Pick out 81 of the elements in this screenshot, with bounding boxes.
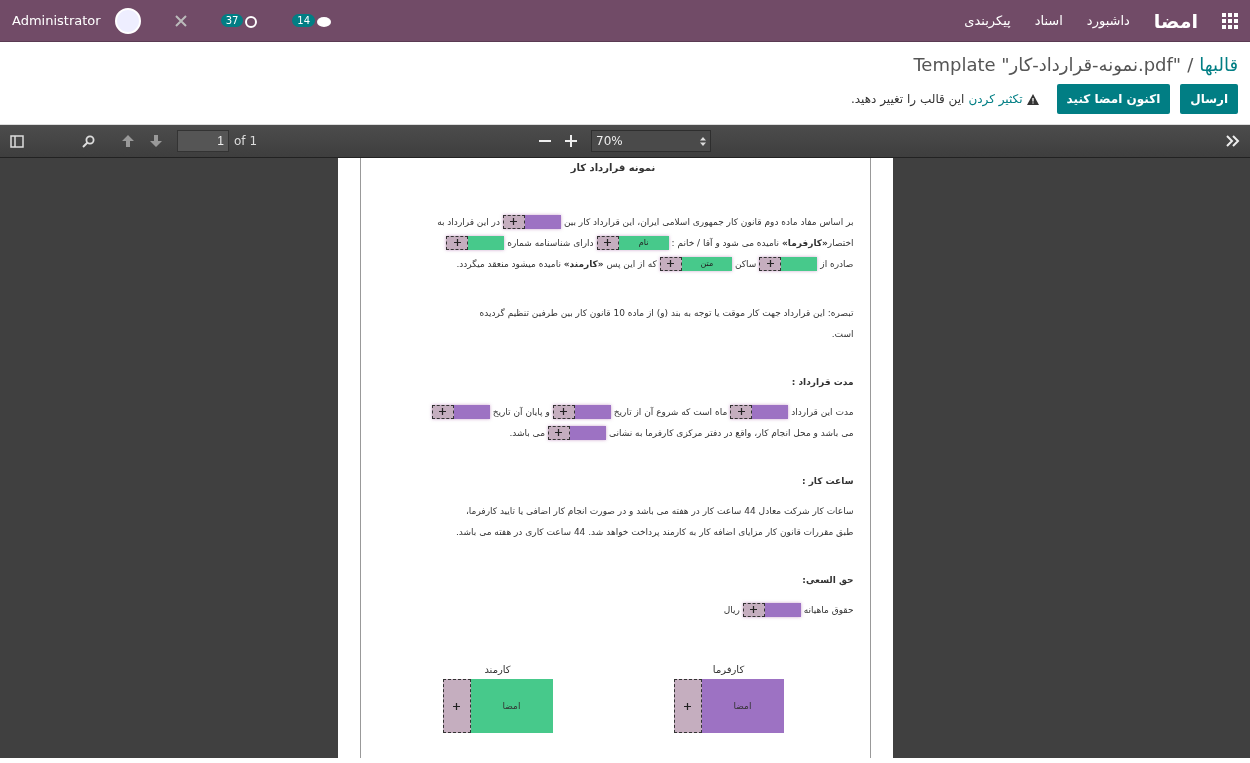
warning-icon <box>1026 93 1039 105</box>
signer-role: کارمند <box>484 664 511 675</box>
sidebar-toggle-icon[interactable] <box>10 134 24 148</box>
activity-count: 37 <box>220 13 244 27</box>
document-text: در این قرارداد به <box>437 216 500 227</box>
signature-field[interactable] <box>502 214 561 229</box>
document-text: ساکن <box>734 258 757 269</box>
signature-field[interactable]: نام <box>596 235 669 250</box>
section-heading: مدت قرارداد : <box>790 376 854 389</box>
signature-field[interactable] <box>547 425 606 440</box>
document-text: است. <box>831 328 854 339</box>
arrow-up-icon[interactable] <box>121 134 135 148</box>
arrow-down-icon[interactable] <box>149 134 163 148</box>
page-count: of 1 <box>234 134 257 148</box>
document-text: صادره از <box>820 258 854 269</box>
zoom-select[interactable]: 70% <box>591 130 711 152</box>
plus-icon <box>750 606 758 613</box>
section-heading: ساعت کار : <box>800 475 854 488</box>
dropdown-arrows-icon <box>700 136 706 146</box>
document-text: مدت این قرارداد <box>791 406 854 417</box>
menu-item[interactable]: اسناد <box>1034 13 1063 28</box>
plus-icon <box>510 218 518 225</box>
document-text: طبق مقررات قانون کار مزایای اضافه کار به کارمند پرداخت خواهد شد. 44 ساعت کاری در هفته می باشد. <box>455 526 854 537</box>
apps-grid-icon[interactable] <box>1222 12 1238 29</box>
document-text: که از این پس «کارمند» نامیده میشود منعقد میگردد. <box>456 258 657 269</box>
duplicate-link[interactable]: تکثیر کردن <box>968 92 1023 106</box>
breadcrumb-link[interactable]: قالبها <box>1199 54 1238 75</box>
plus-icon <box>453 702 460 710</box>
signature-field[interactable] <box>742 602 801 617</box>
plus-icon <box>560 408 568 415</box>
app-name[interactable]: امضا <box>1153 9 1198 32</box>
document-text: ریال <box>723 604 740 615</box>
field-label: نام <box>618 235 669 250</box>
search-icon[interactable] <box>82 134 95 148</box>
document-text: دارای شناسنامه شماره <box>507 237 594 248</box>
breadcrumb-current: Template "نمونه-قرارداد-کار.pdf" <box>913 54 1182 75</box>
document-text: ساعات کار شرکت معادل 44 ساعت کار در هفته می باشد و در صورت انجام کار اضافی یا تایید کارفرما، <box>465 505 854 516</box>
breadcrumb-separator: / <box>1187 54 1194 75</box>
plus-icon <box>766 260 774 267</box>
signer-role: کارفرما <box>712 664 745 675</box>
signature-field[interactable] <box>431 404 490 419</box>
document-text: و پایان آن تاریخ <box>492 406 550 417</box>
plus-icon <box>453 239 461 246</box>
user-avatar[interactable] <box>114 7 141 34</box>
document-text: اختصار«کارفرما» نامیده می شود و آقا / خانم : <box>671 237 854 248</box>
signature-field[interactable] <box>446 235 505 250</box>
signature-field[interactable]: متن <box>659 256 732 271</box>
plus-icon <box>604 239 612 246</box>
clock-icon[interactable] <box>244 13 259 28</box>
document-text: ماه است که شروع آن از تاریخ <box>613 406 728 417</box>
menu-item[interactable]: پیکربندی <box>964 13 1011 28</box>
menu-item[interactable]: داشبورد <box>1086 13 1130 28</box>
signature-box[interactable]: امضا <box>442 679 553 733</box>
tools-icon[interactable] <box>174 14 187 27</box>
warning-text: این قالب را تغییر دهید. <box>850 92 965 106</box>
zoom-in-icon[interactable] <box>565 135 577 147</box>
signature-box[interactable]: امضا <box>673 679 784 733</box>
signature-label: امضا <box>470 679 553 733</box>
signature-field[interactable] <box>552 404 611 419</box>
field-label: متن <box>681 256 732 271</box>
plus-icon <box>439 408 447 415</box>
plus-icon <box>737 408 745 415</box>
signature-field[interactable] <box>730 404 789 419</box>
document-text: تبصره: این قرارداد جهت کار موقت یا توجه به بند (و) از ماده 10 قانون کار بین طرفین تنظیم گردیده <box>479 307 854 318</box>
plus-icon <box>555 429 563 436</box>
message-count: 14 <box>292 13 316 27</box>
action-button[interactable]: اکنون امضا کنید <box>1056 84 1171 114</box>
document-text: حقوق ماهیانه <box>803 604 854 615</box>
page-number-field[interactable]: 1 <box>177 130 229 152</box>
user-name[interactable]: Administrator <box>12 13 101 28</box>
document-text: بر اساس مفاد ماده دوم قانون کار جمهوری اسلامی ایران، این قرارداد کار بین <box>563 216 854 227</box>
document-title: نمونه قرارداد کار <box>569 161 657 173</box>
double-chevron-icon[interactable] <box>1226 135 1240 147</box>
action-button[interactable]: ارسال <box>1180 84 1238 114</box>
document-text: می باشد و محل انجام کار، واقع در دفتر مرکزی کارفرما به نشانی <box>608 427 854 438</box>
signature-label: امضا <box>701 679 784 733</box>
signature-field[interactable] <box>759 256 818 271</box>
document-text: می باشد. <box>509 427 545 438</box>
plus-icon <box>684 702 691 710</box>
plus-icon <box>667 260 675 267</box>
section-heading: حق السعی: <box>801 574 854 588</box>
